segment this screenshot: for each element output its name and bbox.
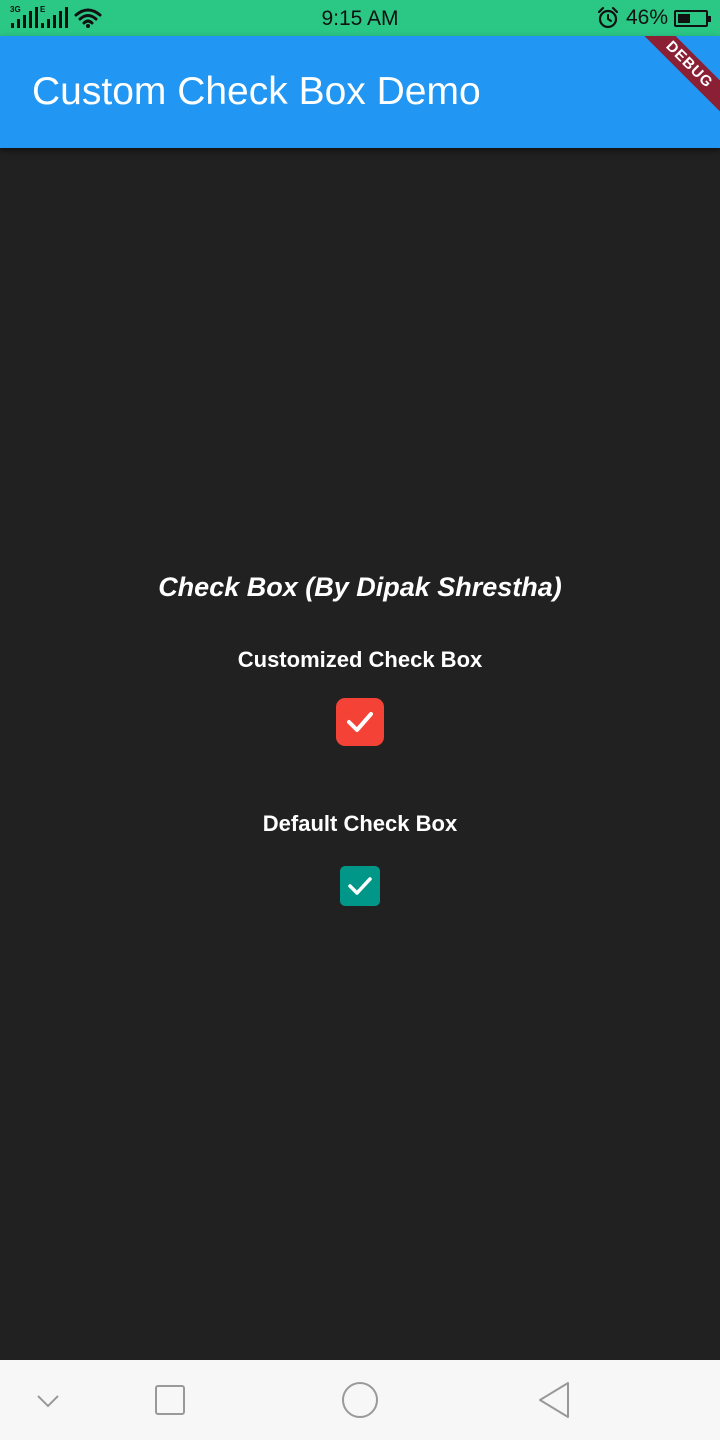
custom-checkbox-label: Customized Check Box (237, 647, 483, 672)
battery-icon (674, 9, 711, 27)
check-icon (347, 712, 373, 732)
page-heading: Check Box (By Dipak Shrestha) (158, 572, 562, 602)
chevron-down-icon (37, 1395, 59, 1408)
status-indicators: 46% (596, 6, 711, 30)
default-checkbox[interactable] (340, 866, 380, 906)
recents-button[interactable] (146, 1376, 194, 1424)
alarm-icon (597, 6, 619, 29)
app-bar-title: Custom Check Box Demo (32, 70, 481, 113)
debug-banner: DEBUG (628, 36, 720, 126)
recents-icon (155, 1385, 185, 1415)
home-button[interactable] (336, 1376, 384, 1424)
navigation-bar (0, 1360, 720, 1440)
battery-percent: 46% (625, 6, 668, 29)
app-bar: Custom Check Box Demo DEBUG (0, 36, 720, 148)
back-button[interactable] (530, 1376, 578, 1424)
default-checkbox-label: Default Check Box (262, 811, 458, 836)
check-icon (348, 877, 372, 895)
custom-checkbox[interactable] (336, 698, 384, 746)
hide-nav-button[interactable] (24, 1376, 72, 1424)
status-bar: 3G E 9:15 AM 46% (0, 0, 720, 36)
home-icon (342, 1382, 378, 1418)
back-icon (539, 1382, 569, 1418)
battery-fill (678, 13, 690, 23)
main-content: Check Box (By Dipak Shrestha) Customized… (0, 148, 720, 1360)
